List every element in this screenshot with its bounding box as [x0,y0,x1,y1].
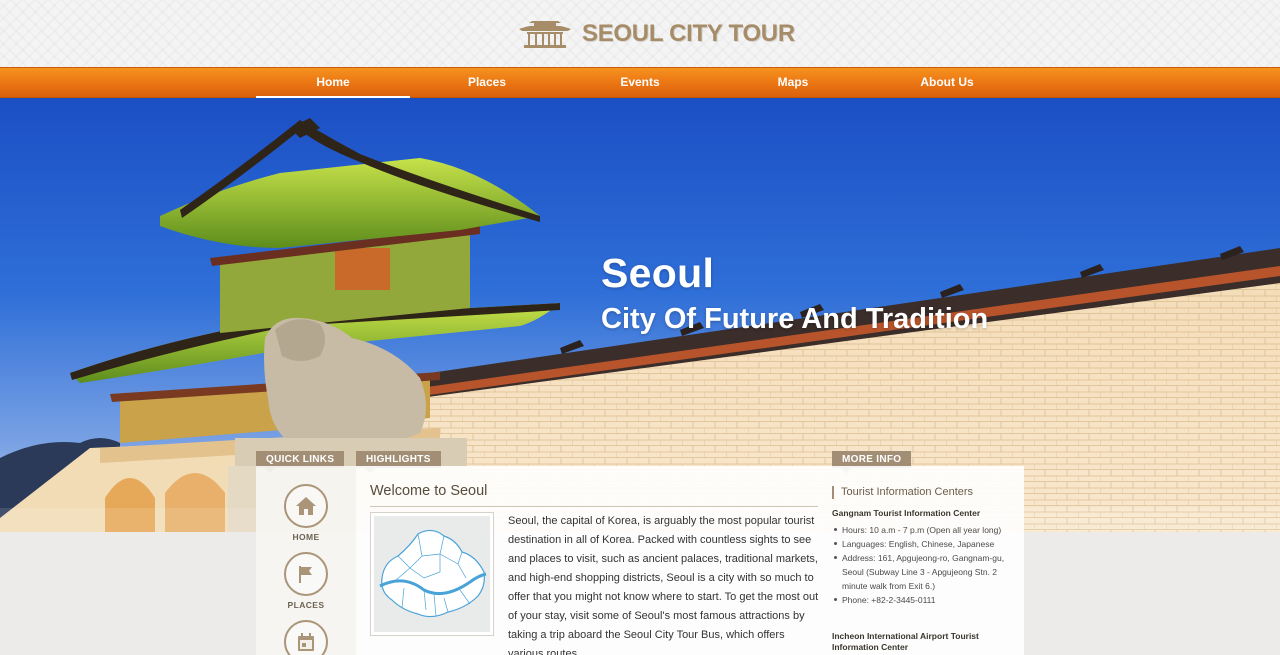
seoul-district-map [379,529,487,618]
quick-link-places[interactable]: PLACES [284,552,328,610]
info-hours: Hours: 10 a.m - 7 p.m (Open all year lon… [830,523,1016,537]
quick-links-panel: HOME PLACES [256,466,356,655]
quick-link-events[interactable] [284,620,328,655]
calendar-icon-wrap [284,620,328,655]
info-center-details: Hours: 10 a.m - 7 p.m (Open all year lon… [830,523,1016,607]
hero-subtitle: City Of Future And Tradition [601,303,989,335]
info-phone: Phone: +82-2-3445-0111 [830,593,1016,607]
house-icon-wrap [284,484,328,528]
highlights-panel: Welcome to Seoul Seoul, the capital of K… [356,466,830,655]
house-icon [296,497,316,515]
info-address: Address: 161, Apgujeong-ro, Gangnam-gu, … [830,551,1016,593]
nav-places[interactable]: Places [410,68,564,98]
nav-events[interactable]: Events [563,68,717,98]
more-info-panel: Tourist Information Centers Gangnam Tour… [830,466,1024,655]
quick-link-home-label: HOME [292,532,320,542]
hero-title: Seoul [601,250,715,296]
divider [370,506,818,507]
nav-about-us[interactable]: About Us [870,68,1024,98]
palace-roof-icon [519,21,571,48]
quick-link-home[interactable]: HOME [284,484,328,542]
info-center-name: Gangnam Tourist Information Center [832,508,981,518]
seoul-map-canvas [374,516,490,632]
flag-icon-wrap [284,552,328,596]
info-center-name-2: Incheon International Airport Tourist In… [832,631,979,652]
welcome-title: Welcome to Seoul [370,483,488,499]
nav-maps[interactable]: Maps [716,68,870,98]
site-logo[interactable]: SEOUL CITY TOUR [518,19,795,49]
seoul-map-thumbnail[interactable] [370,512,494,636]
main-nav: Home Places Events Maps About Us [0,67,1280,99]
calendar-icon [298,633,314,651]
flag-icon [299,566,312,583]
quick-link-places-label: PLACES [287,600,325,610]
info-languages: Languages: English, Chinese, Japanese [830,537,1016,551]
info-centers-heading: Tourist Information Centers [832,486,973,499]
nav-home[interactable]: Home [256,68,410,99]
site-name: SEOUL CITY TOUR [582,20,795,47]
welcome-paragraph: Seoul, the capital of Korea, is arguably… [508,515,819,655]
site-header: SEOUL CITY TOUR [0,0,1280,67]
